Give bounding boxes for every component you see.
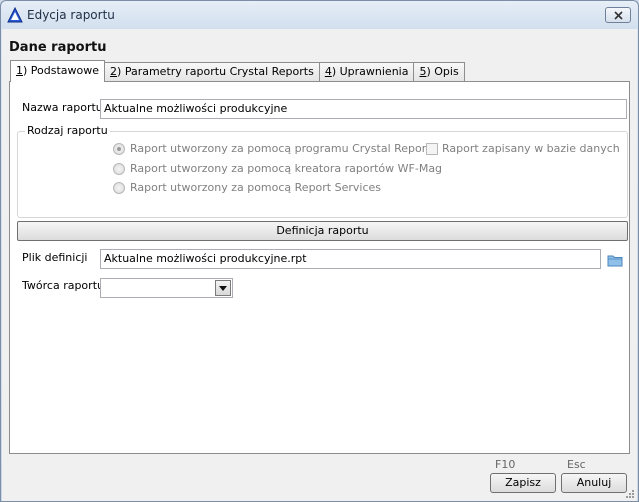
section-title: Dane raportu <box>9 40 107 55</box>
radio-crystal-reports[interactable]: Raport utworzony za pomocą programu Crys… <box>113 142 436 155</box>
report-type-group: Rodzaj raportu Raport utworzony za pomoc… <box>17 124 628 218</box>
radio-label: Raport utworzony za pomocą Report Servic… <box>130 181 382 194</box>
saved-in-db-checkbox[interactable] <box>426 142 438 155</box>
tab-hotkey: 1 <box>16 64 23 77</box>
report-name-label: Nazwa raportu <box>22 101 103 114</box>
tab-label: ) Uprawnienia <box>331 65 409 78</box>
definition-file-input[interactable]: Aktualne możliwości produkcyjne.rpt <box>100 249 601 269</box>
tab-description[interactable]: 5) Opis <box>413 62 465 82</box>
chevron-down-icon <box>219 285 227 291</box>
dialog-content: Dane raportu 1) Podstawowe 2) Parametry … <box>2 29 637 501</box>
report-definition-button[interactable]: Definicja raportu <box>17 221 628 241</box>
app-logo-icon <box>7 7 23 23</box>
tab-strip: 1) Podstawowe 2) Parametry raportu Cryst… <box>10 60 465 82</box>
tab-crystal-parameters[interactable]: 2) Parametry raportu Crystal Reports <box>104 62 320 82</box>
resize-grip-icon[interactable] <box>625 489 635 499</box>
author-dropdown-button[interactable] <box>215 280 231 296</box>
radio-report-services[interactable]: Raport utworzony za pomocą Report Servic… <box>113 181 381 194</box>
tab-hotkey: 2 <box>110 65 118 78</box>
close-button[interactable] <box>605 7 631 23</box>
definition-file-label: Plik definicji <box>22 251 88 264</box>
title-bar[interactable]: Edycja raportu <box>1 1 638 29</box>
folder-browse-icon[interactable] <box>607 253 623 267</box>
tab-label: ) Opis <box>426 65 459 78</box>
radio-label: Raport utworzony za pomocą kreatora rapo… <box>130 162 443 175</box>
author-select[interactable] <box>100 278 233 298</box>
tab-label: ) Parametry raportu Crystal Reports <box>117 65 314 78</box>
radio-button[interactable] <box>113 181 125 194</box>
report-type-label: Rodzaj raportu <box>25 124 110 137</box>
window-title: Edycja raportu <box>27 8 115 22</box>
save-button[interactable]: Zapisz <box>490 473 556 493</box>
tab-label: ) Podstawowe <box>23 64 100 77</box>
report-name-input[interactable]: Aktualne możliwości produkcyjne <box>100 99 627 119</box>
radio-button[interactable] <box>113 142 125 155</box>
radio-button[interactable] <box>113 162 125 175</box>
tab-permissions[interactable]: 4) Uprawnienia <box>318 62 415 82</box>
saved-in-db-label: Raport zapisany w bazie danych <box>442 142 620 155</box>
radio-label: Raport utworzony za pomocą programu Crys… <box>130 142 437 155</box>
tab-hotkey: 4 <box>324 65 332 78</box>
tab-panel-basic: Nazwa raportu Aktualne możliwości produk… <box>9 81 630 454</box>
dialog-window: Edycja raportu Dane raportu 1) Podstawow… <box>0 0 639 502</box>
cancel-hotkey: Esc <box>567 458 586 471</box>
tab-basic[interactable]: 1) Podstawowe <box>10 60 106 82</box>
save-hotkey: F10 <box>495 458 516 471</box>
radio-wfmag-wizard[interactable]: Raport utworzony za pomocą kreatora rapo… <box>113 162 442 175</box>
saved-in-db-checkbox-row[interactable]: Raport zapisany w bazie danych <box>426 142 620 155</box>
cancel-button[interactable]: Anuluj <box>561 473 627 493</box>
author-label: Twórca raportu <box>22 279 104 292</box>
close-icon <box>613 10 623 20</box>
